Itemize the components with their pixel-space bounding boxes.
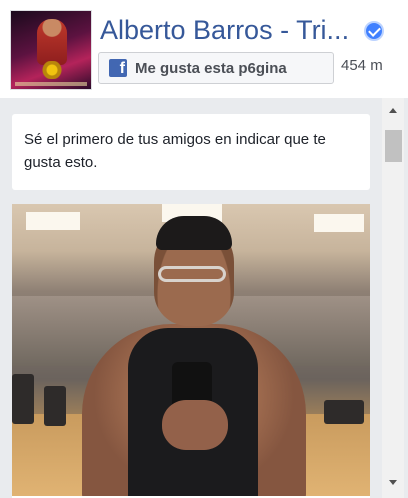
person-hair <box>156 216 232 250</box>
person-glasses <box>158 266 226 282</box>
avatar-singer-figure <box>37 19 67 65</box>
facebook-f-icon: f <box>109 59 127 77</box>
page-name-link[interactable]: Alberto Barros - Tri... <box>100 12 362 48</box>
scroll-thumb[interactable] <box>385 130 402 162</box>
page-avatar[interactable] <box>10 10 92 90</box>
avatar-caption-strip <box>15 82 87 86</box>
like-count: 454 m <box>341 57 383 74</box>
ceiling-light <box>26 212 80 230</box>
scroll-down-arrow-icon[interactable] <box>389 480 397 485</box>
verified-badge-icon <box>364 21 384 41</box>
gym-equipment <box>44 386 66 426</box>
page-plugin-header: Alberto Barros - Tri... f Me gusta esta … <box>0 0 408 98</box>
like-button-label: Me gusta esta p6gina <box>135 59 287 77</box>
gym-equipment <box>12 374 34 424</box>
friends-like-card: Sé el primero de tus amigos en indicar q… <box>12 114 370 190</box>
gym-equipment <box>324 400 364 424</box>
person-hand <box>162 400 228 450</box>
avatar-crest-logo <box>33 61 71 79</box>
feed-scrollbar[interactable] <box>382 98 404 498</box>
page-feed[interactable]: Sé el primero de tus amigos en indicar q… <box>0 98 408 498</box>
ceiling-light <box>314 214 364 232</box>
friends-prompt-text: Sé el primero de tus amigos en indicar q… <box>24 131 326 171</box>
gym-selfie-photo[interactable] <box>12 204 370 496</box>
like-page-button[interactable]: f Me gusta esta p6gina <box>98 52 334 84</box>
post-card <box>12 204 370 498</box>
scroll-up-arrow-icon[interactable] <box>389 108 397 113</box>
